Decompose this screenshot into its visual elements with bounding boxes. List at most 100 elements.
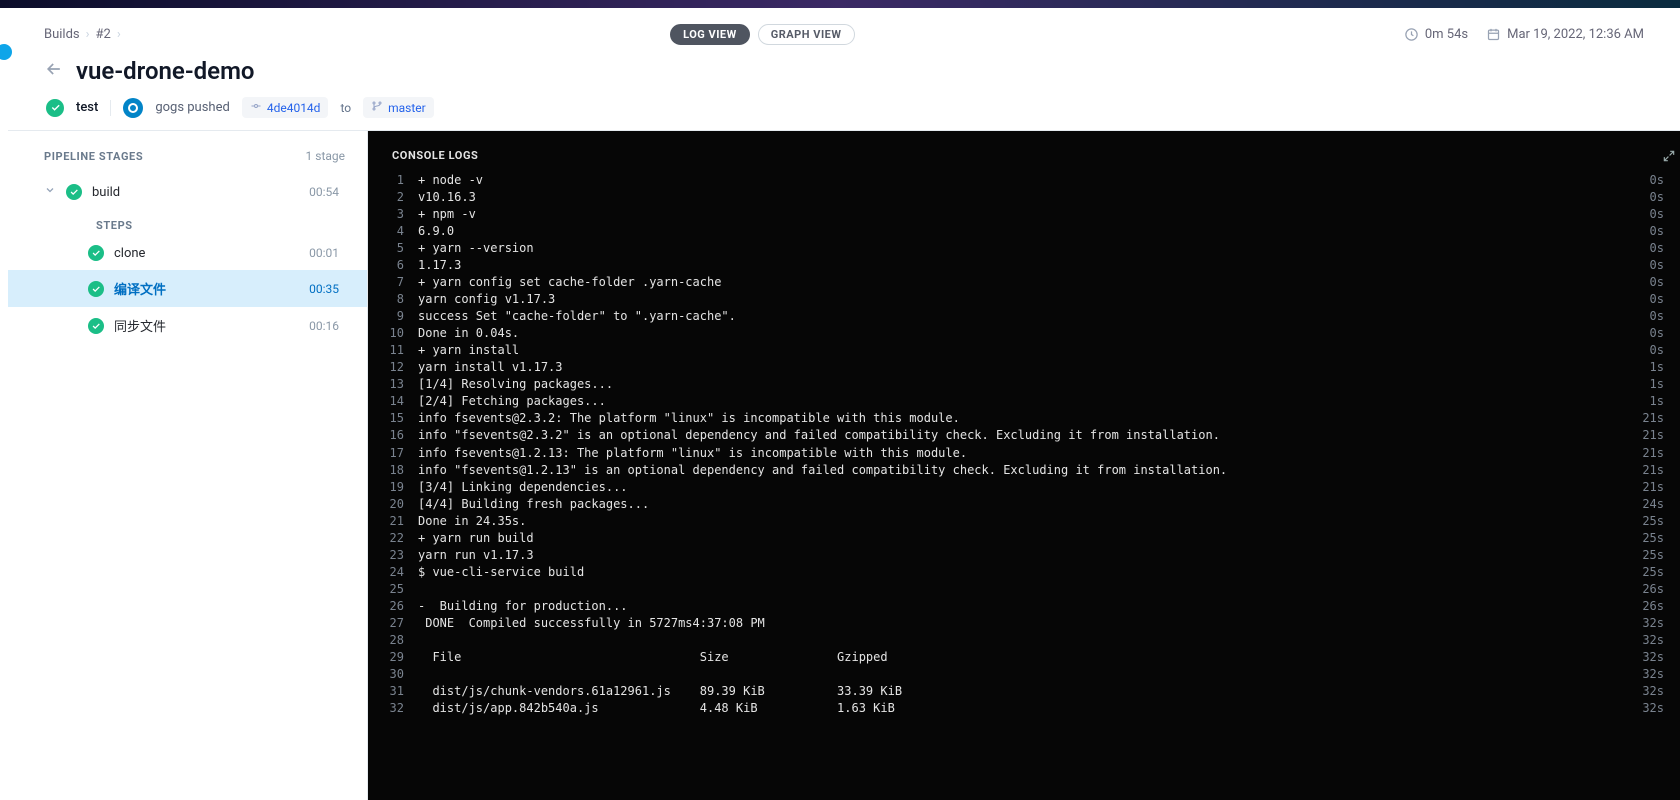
log-line-number: 6 xyxy=(380,257,418,274)
back-arrow-icon[interactable] xyxy=(44,59,64,83)
to-label: to xyxy=(340,101,351,115)
log-line: 32 dist/js/app.842b540a.js 4.48 KiB 1.63… xyxy=(380,700,1668,717)
log-line-number: 30 xyxy=(380,666,418,683)
log-line-timestamp: 0s xyxy=(1626,325,1668,342)
log-line-text: [4/4] Building fresh packages... xyxy=(418,496,1626,513)
log-line-text: + node -v xyxy=(418,172,1626,189)
log-line-number: 11 xyxy=(380,342,418,359)
log-line-text: 1.17.3 xyxy=(418,257,1626,274)
log-line-number: 5 xyxy=(380,240,418,257)
log-line-number: 16 xyxy=(380,427,418,444)
pipeline-name: test xyxy=(76,100,98,115)
log-line-text: + yarn run build xyxy=(418,530,1626,547)
chevron-right-icon: › xyxy=(86,27,90,42)
log-line-timestamp: 1s xyxy=(1626,376,1668,393)
step-row[interactable]: 同步文件00:16 xyxy=(8,307,367,344)
step-name: clone xyxy=(114,246,145,261)
log-line-text: info fsevents@2.3.2: The platform "linux… xyxy=(418,410,1626,427)
breadcrumb-build-number[interactable]: #2 xyxy=(96,27,111,42)
commit-hash: 4de4014d xyxy=(267,101,321,115)
log-line: 9success Set "cache-folder" to ".yarn-ca… xyxy=(380,308,1668,325)
build-duration-value: 0m 54s xyxy=(1425,27,1468,42)
tab-log-view[interactable]: LOG VIEW xyxy=(670,24,750,45)
console-logs-heading: CONSOLE LOGS xyxy=(368,131,1680,172)
log-line-text: Done in 24.35s. xyxy=(418,513,1626,530)
log-line-text: yarn run v1.17.3 xyxy=(418,547,1626,564)
step-name: 编译文件 xyxy=(114,279,166,298)
log-line: 1+ node -v0s xyxy=(380,172,1668,189)
log-line: 20[4/4] Building fresh packages...24s xyxy=(380,496,1668,513)
log-line-text: + yarn install xyxy=(418,342,1626,359)
log-line: 46.9.00s xyxy=(380,223,1668,240)
status-success-icon xyxy=(88,281,104,297)
log-line-timestamp: 0s xyxy=(1626,257,1668,274)
log-line-text: $ vue-cli-service build xyxy=(418,564,1626,581)
breadcrumb: Builds › #2 › xyxy=(44,27,121,42)
pipeline-stages-panel: PIPELINE STAGES 1 stage build00:54STEPSc… xyxy=(8,131,368,800)
avatar xyxy=(123,98,143,118)
branch-icon xyxy=(371,100,383,115)
commit-chip[interactable]: 4de4014d xyxy=(242,97,329,118)
log-line-text: + yarn --version xyxy=(418,240,1626,257)
log-line-timestamp: 24s xyxy=(1626,496,1668,513)
step-row[interactable]: 编译文件00:35 xyxy=(8,270,367,307)
log-line-number: 14 xyxy=(380,393,418,410)
step-row[interactable]: clone 00:01 xyxy=(8,236,367,270)
log-line-timestamp: 0s xyxy=(1626,189,1668,206)
log-line-number: 26 xyxy=(380,598,418,615)
log-line-timestamp: 25s xyxy=(1626,530,1668,547)
status-success-icon xyxy=(88,245,104,261)
log-line-number: 23 xyxy=(380,547,418,564)
log-line-number: 28 xyxy=(380,632,418,649)
log-line-text xyxy=(418,632,1626,649)
log-line-text: 6.9.0 xyxy=(418,223,1626,240)
status-success-icon xyxy=(66,184,82,200)
log-line-text: [3/4] Linking dependencies... xyxy=(418,479,1626,496)
log-line-number: 7 xyxy=(380,274,418,291)
log-line-timestamp: 0s xyxy=(1626,308,1668,325)
log-line-timestamp: 0s xyxy=(1626,342,1668,359)
log-line: 2832s xyxy=(380,632,1668,649)
log-line-text: v10.16.3 xyxy=(418,189,1626,206)
log-line: 8yarn config v1.17.30s xyxy=(380,291,1668,308)
stage-row[interactable]: build00:54 xyxy=(8,175,367,209)
log-line-number: 3 xyxy=(380,206,418,223)
tab-graph-view[interactable]: GRAPH VIEW xyxy=(758,24,855,45)
chevron-right-icon: › xyxy=(117,27,121,42)
log-line-text xyxy=(418,581,1626,598)
log-line: 19[3/4] Linking dependencies...21s xyxy=(380,479,1668,496)
log-line: 7+ yarn config set cache-folder .yarn-ca… xyxy=(380,274,1668,291)
log-line-timestamp: 21s xyxy=(1626,462,1668,479)
log-line-text: dist/js/app.842b540a.js 4.48 KiB 1.63 Ki… xyxy=(418,700,1626,717)
log-line: 3+ npm -v0s xyxy=(380,206,1668,223)
pipeline-stages-heading: PIPELINE STAGES xyxy=(44,150,143,163)
log-line-number: 19 xyxy=(380,479,418,496)
log-line-number: 15 xyxy=(380,410,418,427)
page-title: vue-drone-demo xyxy=(76,57,255,85)
log-line-text: yarn install v1.17.3 xyxy=(418,359,1626,376)
log-scroll-area[interactable]: 1+ node -v0s2v10.16.30s3+ npm -v0s46.9.0… xyxy=(368,172,1680,800)
expand-icon[interactable] xyxy=(1658,145,1680,171)
log-line-number: 22 xyxy=(380,530,418,547)
log-line-timestamp: 25s xyxy=(1626,564,1668,581)
log-line-text: yarn config v1.17.3 xyxy=(418,291,1626,308)
chevron-down-icon xyxy=(44,184,56,200)
log-line-number: 29 xyxy=(380,649,418,666)
log-line-timestamp: 32s xyxy=(1626,683,1668,700)
build-duration: 0m 54s xyxy=(1404,27,1468,42)
log-line: 31 dist/js/chunk-vendors.61a12961.js 89.… xyxy=(380,683,1668,700)
log-line: 29 File Size Gzipped32s xyxy=(380,649,1668,666)
log-line: 15info fsevents@2.3.2: The platform "lin… xyxy=(380,410,1668,427)
log-line-number: 31 xyxy=(380,683,418,700)
branch-chip[interactable]: master xyxy=(363,97,434,118)
log-line-number: 18 xyxy=(380,462,418,479)
log-line-text: [2/4] Fetching packages... xyxy=(418,393,1626,410)
log-line: 27 DONE Compiled successfully in 5727ms4… xyxy=(380,615,1668,632)
log-line: 61.17.30s xyxy=(380,257,1668,274)
breadcrumb-builds[interactable]: Builds xyxy=(44,27,80,42)
step-time: 00:01 xyxy=(309,246,339,260)
log-line-number: 1 xyxy=(380,172,418,189)
log-line-number: 8 xyxy=(380,291,418,308)
calendar-icon xyxy=(1486,27,1501,42)
log-line-number: 2 xyxy=(380,189,418,206)
